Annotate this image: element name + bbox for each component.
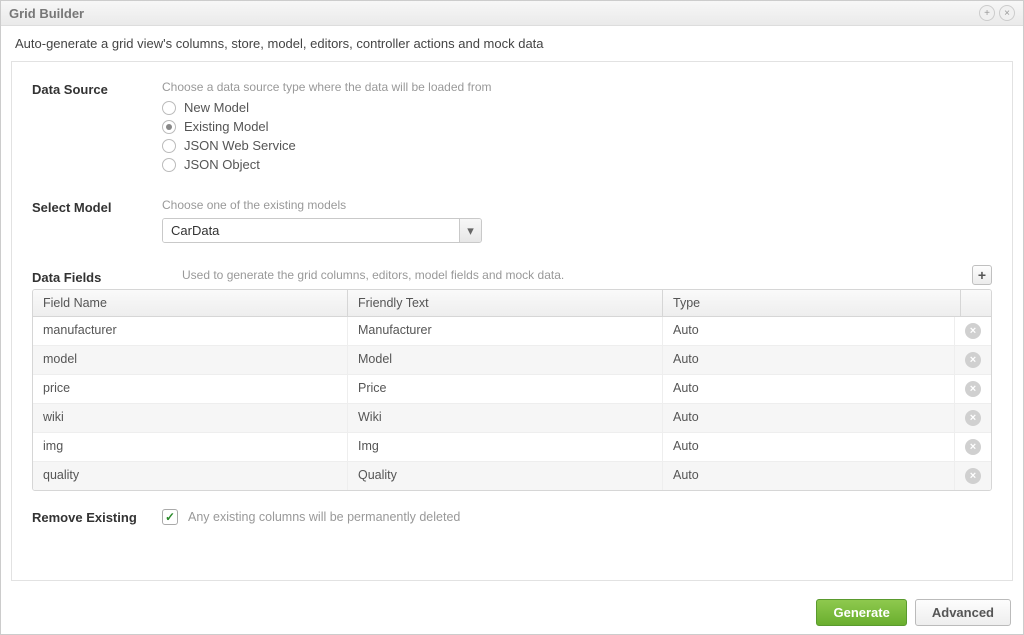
table-row[interactable]: manufacturerManufacturerAuto × — [33, 317, 991, 346]
cell-field-name: manufacturer — [33, 317, 348, 345]
chevron-down-icon[interactable]: ▾ — [459, 219, 481, 242]
main-panel: Data Source Choose a data source type wh… — [11, 61, 1013, 581]
cell-action: × — [955, 433, 991, 461]
col-header-type[interactable]: Type — [663, 290, 961, 316]
radio-icon — [162, 158, 176, 172]
cell-action: × — [955, 375, 991, 403]
cell-friendly: Model — [348, 346, 663, 374]
cell-friendly: Price — [348, 375, 663, 403]
select-model-label: Select Model — [32, 198, 162, 243]
window-tools: + × — [979, 5, 1015, 21]
data-fields-grid: Field Name Friendly Text Type manufactur… — [32, 289, 992, 491]
data-fields-header-row: Data Fields Used to generate the grid co… — [32, 265, 992, 285]
cell-field-name: price — [33, 375, 348, 403]
cell-action: × — [955, 317, 991, 345]
cell-type: Auto — [663, 346, 955, 374]
table-row[interactable]: modelModelAuto × — [33, 346, 991, 375]
radio-label: JSON Web Service — [184, 138, 296, 153]
radio-new-model[interactable]: New Model — [162, 100, 992, 115]
grid-body: manufacturerManufacturerAuto×modelModelA… — [33, 317, 991, 490]
header-plus-icon[interactable]: + — [979, 5, 995, 21]
select-model-combobox[interactable]: ▾ — [162, 218, 482, 243]
cell-field-name: img — [33, 433, 348, 461]
footer: Generate Advanced — [1, 591, 1023, 634]
table-row[interactable]: imgImgAuto × — [33, 433, 991, 462]
data-source-section: Data Source Choose a data source type wh… — [32, 80, 992, 176]
data-source-hint: Choose a data source type where the data… — [162, 80, 992, 94]
radio-existing-model[interactable]: Existing Model — [162, 119, 992, 134]
cell-field-name: model — [33, 346, 348, 374]
cell-type: Auto — [663, 433, 955, 461]
delete-row-icon[interactable]: × — [965, 381, 981, 397]
add-field-button[interactable]: + — [972, 265, 992, 285]
table-row[interactable]: pricePriceAuto × — [33, 375, 991, 404]
radio-label: New Model — [184, 100, 249, 115]
cell-friendly: Img — [348, 433, 663, 461]
select-model-section: Select Model Choose one of the existing … — [32, 198, 992, 243]
col-header-friendly[interactable]: Friendly Text — [348, 290, 663, 316]
delete-row-icon[interactable]: × — [965, 468, 981, 484]
cell-friendly: Wiki — [348, 404, 663, 432]
cell-field-name: wiki — [33, 404, 348, 432]
radio-json-object[interactable]: JSON Object — [162, 157, 992, 172]
radio-label: JSON Object — [184, 157, 260, 172]
remove-existing-checkbox[interactable]: ✓ — [162, 509, 178, 525]
radio-json-web-service[interactable]: JSON Web Service — [162, 138, 992, 153]
select-model-input[interactable] — [163, 219, 459, 242]
grid-builder-window: Grid Builder + × Auto-generate a grid vi… — [0, 0, 1024, 635]
col-header-field-name[interactable]: Field Name — [33, 290, 348, 316]
generate-button[interactable]: Generate — [816, 599, 906, 626]
table-row[interactable]: qualityQualityAuto × — [33, 462, 991, 490]
radio-icon — [162, 120, 176, 134]
cell-type: Auto — [663, 404, 955, 432]
radio-label: Existing Model — [184, 119, 269, 134]
table-row[interactable]: wikiWikiAuto × — [33, 404, 991, 433]
col-header-action — [961, 290, 991, 316]
cell-action: × — [955, 462, 991, 490]
grid-header: Field Name Friendly Text Type — [33, 290, 991, 317]
data-source-radiogroup: New Model Existing Model JSON Web Servic… — [162, 100, 992, 172]
select-model-hint: Choose one of the existing models — [162, 198, 992, 212]
delete-row-icon[interactable]: × — [965, 439, 981, 455]
cell-friendly: Manufacturer — [348, 317, 663, 345]
delete-row-icon[interactable]: × — [965, 410, 981, 426]
cell-friendly: Quality — [348, 462, 663, 490]
cell-type: Auto — [663, 317, 955, 345]
close-icon[interactable]: × — [999, 5, 1015, 21]
delete-row-icon[interactable]: × — [965, 352, 981, 368]
data-fields-hint: Used to generate the grid columns, edito… — [182, 268, 564, 285]
cell-action: × — [955, 346, 991, 374]
remove-existing-label: Remove Existing — [32, 510, 162, 525]
radio-icon — [162, 101, 176, 115]
window-title: Grid Builder — [9, 6, 84, 21]
advanced-button[interactable]: Advanced — [915, 599, 1011, 626]
remove-existing-hint: Any existing columns will be permanently… — [188, 510, 460, 524]
cell-type: Auto — [663, 462, 955, 490]
data-fields-label: Data Fields — [32, 268, 162, 285]
remove-existing-section: Remove Existing ✓ Any existing columns w… — [32, 509, 992, 525]
cell-field-name: quality — [33, 462, 348, 490]
window-subtitle: Auto-generate a grid view's columns, sto… — [1, 26, 1023, 61]
window-header: Grid Builder + × — [1, 1, 1023, 26]
delete-row-icon[interactable]: × — [965, 323, 981, 339]
data-source-label: Data Source — [32, 80, 162, 176]
radio-icon — [162, 139, 176, 153]
cell-type: Auto — [663, 375, 955, 403]
cell-action: × — [955, 404, 991, 432]
